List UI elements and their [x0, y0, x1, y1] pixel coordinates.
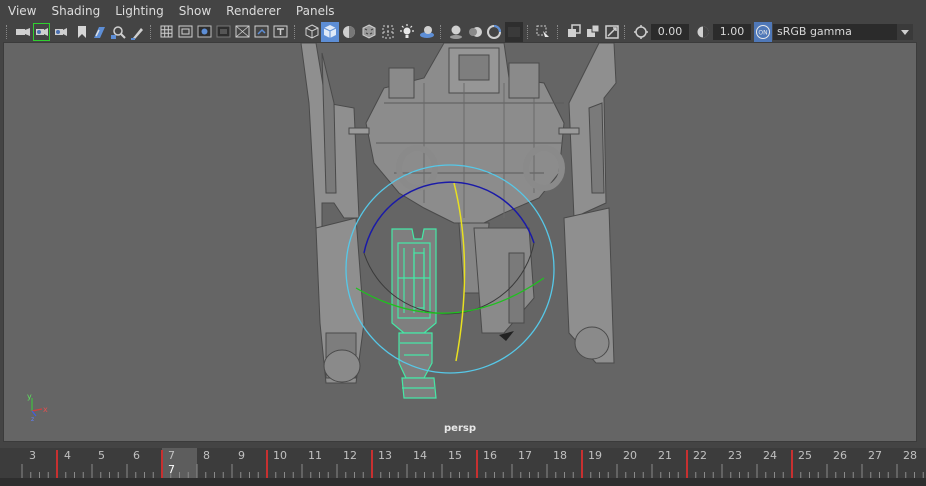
- gate-mask-icon[interactable]: [215, 22, 233, 42]
- timeline-label: 9: [238, 449, 245, 462]
- timeline-label: 24: [763, 449, 777, 462]
- timeline-label: 16: [483, 449, 497, 462]
- timeline-label: 8: [203, 449, 210, 462]
- timeline-label: 21: [658, 449, 672, 462]
- timeline-label: 15: [448, 449, 462, 462]
- select-camera-icon[interactable]: [14, 22, 32, 42]
- grease-pencil-icon[interactable]: [129, 22, 147, 42]
- timeline-label: 27: [868, 449, 882, 462]
- timeline-label: 18: [553, 449, 567, 462]
- textured-icon[interactable]: [360, 22, 378, 42]
- timeline-label: 28: [903, 449, 917, 462]
- toolbar-separator: [624, 25, 627, 39]
- 3d-viewport[interactable]: y x z persp: [3, 42, 917, 442]
- toolbar-separator: [6, 25, 9, 39]
- gamma-icon[interactable]: [694, 22, 712, 42]
- camera-attributes-icon[interactable]: [33, 22, 51, 42]
- right-shield: [563, 43, 617, 364]
- xray-icon[interactable]: [565, 22, 583, 42]
- motion-blur-icon[interactable]: [466, 22, 484, 42]
- timeline-label: 23: [728, 449, 742, 462]
- timeline-label: 12: [343, 449, 357, 462]
- timeline-label: 6: [133, 449, 140, 462]
- xray-components-icon[interactable]: [603, 22, 621, 42]
- lights-icon[interactable]: [398, 22, 416, 42]
- 2d-pan-zoom-icon[interactable]: [110, 22, 128, 42]
- menu-shading[interactable]: Shading: [43, 0, 107, 22]
- xray-joints-icon[interactable]: [584, 22, 602, 42]
- current-frame-label: 7: [168, 463, 175, 476]
- menu-renderer[interactable]: Renderer: [218, 0, 288, 22]
- resolution-gate-icon[interactable]: [196, 22, 214, 42]
- timeline-label: 26: [833, 449, 847, 462]
- toolbar-separator: [294, 25, 297, 39]
- exposure-icon[interactable]: [632, 22, 650, 42]
- left-shield: [300, 43, 365, 384]
- menu-lighting[interactable]: Lighting: [107, 0, 171, 22]
- timeline-label: 10: [273, 449, 287, 462]
- depth-of-field-icon[interactable]: [505, 22, 523, 42]
- screen-space-ambient-occlusion-icon[interactable]: [447, 22, 465, 42]
- view-transform-dropdown[interactable]: sRGB gamma: [773, 24, 913, 40]
- safe-action-icon[interactable]: [253, 22, 271, 42]
- timeline-label: 3: [29, 449, 36, 462]
- safe-title-icon[interactable]: [272, 22, 290, 42]
- shadows-icon[interactable]: [418, 22, 436, 42]
- axis-x-label: x: [43, 405, 48, 414]
- bookmark-icon[interactable]: [73, 22, 91, 42]
- viewport-menubar: View Shading Lighting Show Renderer Pane…: [0, 0, 926, 22]
- toolbar-separator: [557, 25, 560, 39]
- menu-show[interactable]: Show: [171, 0, 218, 22]
- timeline-label: 25: [798, 449, 812, 462]
- chevron-down-icon: [897, 24, 913, 40]
- grid-icon[interactable]: [158, 22, 176, 42]
- selected-arm: [391, 228, 437, 399]
- timeline-label: 11: [308, 449, 322, 462]
- film-gate-icon[interactable]: [177, 22, 195, 42]
- menu-panels[interactable]: Panels: [288, 0, 342, 22]
- timeline-label: 5: [98, 449, 105, 462]
- timeline-label: 13: [378, 449, 392, 462]
- toolbar-separator: [527, 25, 530, 39]
- image-plane-icon[interactable]: [91, 22, 109, 42]
- range-slider-edge: [0, 478, 926, 486]
- use-all-lights-icon[interactable]: [379, 22, 397, 42]
- isolate-select-icon[interactable]: [534, 22, 552, 42]
- default-material-icon[interactable]: [340, 22, 358, 42]
- timeline-label: 7: [168, 449, 175, 462]
- timeline-label: 22: [693, 449, 707, 462]
- timeline-label: 19: [588, 449, 602, 462]
- view-transform-value: sRGB gamma: [777, 25, 852, 38]
- axis-gizmo: y x z: [27, 392, 48, 423]
- timeline-label: 4: [64, 449, 71, 462]
- color-management-icon[interactable]: ON: [754, 22, 772, 42]
- field-chart-icon[interactable]: [234, 22, 252, 42]
- timeline-label: 20: [623, 449, 637, 462]
- wireframe-icon[interactable]: [303, 22, 321, 42]
- panel-toolbar: 0.00 1.00 ON sRGB gamma: [0, 22, 926, 42]
- camera-name-label: persp: [444, 423, 476, 434]
- timeline-label: 17: [518, 449, 532, 462]
- axis-z-label: z: [31, 416, 34, 423]
- menu-view[interactable]: View: [0, 0, 43, 22]
- color-management-on-label: ON: [758, 30, 767, 37]
- toolbar-separator: [150, 25, 153, 39]
- toolbar-separator: [440, 25, 443, 39]
- anti-aliasing-icon[interactable]: [485, 22, 503, 42]
- scene-render: y x z: [27, 43, 617, 423]
- axis-y-label: y: [27, 392, 32, 401]
- gamma-field[interactable]: 1.00: [713, 24, 751, 40]
- camera-lock-icon[interactable]: [52, 22, 70, 42]
- timeline-label: 14: [413, 449, 427, 462]
- time-slider[interactable]: 3 4 5 6 7 8 9 10 11 12 13 14 15 16 17 18…: [0, 448, 926, 478]
- smooth-shade-icon[interactable]: [321, 22, 339, 42]
- exposure-field[interactable]: 0.00: [651, 24, 689, 40]
